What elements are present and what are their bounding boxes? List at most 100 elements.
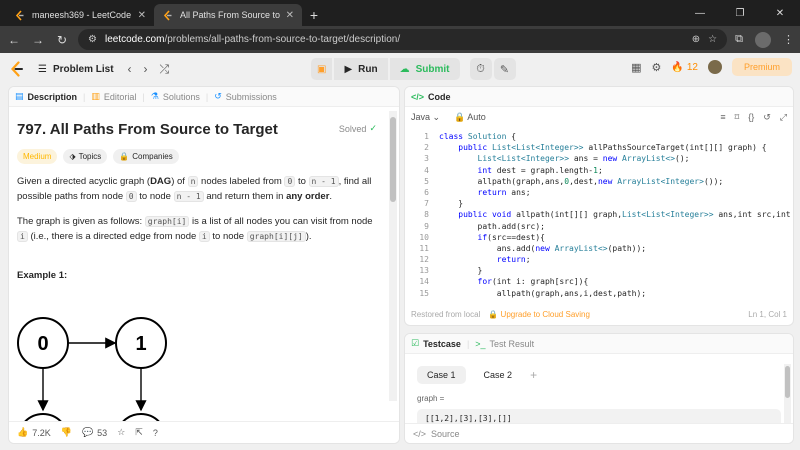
- tab-submissions[interactable]: ↺ Submissions: [214, 91, 277, 102]
- scrollbar-thumb[interactable]: [785, 366, 790, 398]
- settings-gear-icon[interactable]: ⚙: [652, 61, 662, 74]
- menu-icon[interactable]: ⋮: [783, 33, 794, 46]
- help-icon[interactable]: ?: [153, 428, 158, 438]
- reset-icon[interactable]: ↺: [763, 112, 771, 123]
- code-token: List<List<Integer>>: [477, 154, 574, 164]
- code-line[interactable]: 7 }: [405, 198, 793, 209]
- new-tab-button[interactable]: +: [302, 4, 326, 26]
- add-case-icon[interactable]: +: [530, 368, 537, 382]
- source-button[interactable]: Source: [431, 429, 460, 439]
- topics-tag[interactable]: ⬗ Topics: [63, 149, 108, 164]
- timer-icon[interactable]: ⏱: [469, 58, 492, 80]
- prev-problem-icon[interactable]: ‹: [128, 62, 132, 77]
- expand-icon[interactable]: ⤢: [780, 112, 787, 123]
- back-icon[interactable]: ←: [6, 33, 22, 47]
- code-header: </> Code: [405, 87, 793, 107]
- code-line[interactable]: 15 allpath(graph,ans,i,dest,path);: [405, 288, 793, 299]
- close-window-icon[interactable]: ✕: [760, 0, 800, 26]
- browser-tab-title: All Paths From Source to Target: [180, 10, 280, 20]
- restore-icon[interactable]: ❐: [720, 0, 760, 26]
- description-panel: ▤ Description | ▥ Editorial | ⚗ Solutions |…: [8, 86, 400, 444]
- minimize-icon[interactable]: —: [680, 0, 720, 26]
- notes-icon[interactable]: ✎: [493, 58, 516, 80]
- bookmark-icon[interactable]: ⌑: [735, 112, 740, 123]
- code-line[interactable]: 6 return ans;: [405, 187, 793, 198]
- thumbs-down-icon[interactable]: 👎: [61, 427, 72, 438]
- code-line[interactable]: 9 path.add(src);: [405, 221, 793, 232]
- code-line[interactable]: 11 ans.add(new ArrayList<> (path));: [405, 243, 793, 254]
- auto-mode-toggle[interactable]: 🔒 Auto: [454, 112, 486, 123]
- code-line[interactable]: 3 List<List<Integer>> ans = new ArrayLis…: [405, 153, 793, 164]
- code-line[interactable]: 4 int dest = graph.length- 1;: [405, 165, 793, 176]
- line-number: 5: [424, 176, 429, 186]
- code-editor[interactable]: 1 class Solution {2 public List<List<Inte…: [405, 131, 793, 303]
- streak-counter[interactable]: 🔥 12: [671, 62, 698, 73]
- profile-avatar[interactable]: [755, 31, 771, 48]
- format-icon[interactable]: ≡: [720, 112, 725, 123]
- tab-test-result[interactable]: >_ Test Result: [475, 339, 534, 349]
- browser-tab-problem[interactable]: All Paths From Source to Target ✕: [154, 4, 302, 26]
- language-select[interactable]: Java ⌄: [411, 112, 440, 123]
- code-line[interactable]: 12 return;: [405, 254, 793, 265]
- comments-button[interactable]: 💬 53: [82, 427, 107, 438]
- code-footer: Restored from local 🔒 Upgrade to Cloud S…: [405, 303, 793, 325]
- book-icon: ▥: [91, 91, 100, 101]
- submit-button[interactable]: ☁ Submit: [389, 58, 460, 80]
- close-tab-icon[interactable]: ✕: [138, 10, 146, 21]
- leetcode-logo-icon[interactable]: [10, 61, 24, 77]
- like-button[interactable]: 👍 7.2K: [17, 427, 51, 438]
- tab-solutions[interactable]: ⚗ Solutions: [151, 91, 200, 102]
- tab-testcase[interactable]: ☑ Testcase: [411, 338, 461, 349]
- tab-editorial[interactable]: ▥ Editorial: [91, 91, 136, 102]
- next-problem-icon[interactable]: ›: [144, 62, 148, 77]
- companies-tag[interactable]: 🔒 Companies: [113, 149, 179, 164]
- star-icon[interactable]: ☆: [117, 427, 125, 438]
- browser-tab-profile[interactable]: maneesh369 - LeetCode Profile ✕: [6, 4, 154, 26]
- line-number: 9: [424, 221, 429, 231]
- zoom-icon[interactable]: ⊕: [692, 34, 700, 45]
- upgrade-cloud-link[interactable]: 🔒 Upgrade to Cloud Saving: [488, 310, 590, 319]
- code-token: }: [477, 266, 483, 276]
- code-toolbar: Java ⌄ 🔒 Auto ≡ ⌑ {} ↺ ⤢: [405, 107, 793, 127]
- line-number: 3: [424, 154, 429, 164]
- reload-icon[interactable]: ↻: [54, 33, 70, 47]
- description-footer: 👍 7.2K 👎 💬 53 ☆ ⇱ ?: [9, 421, 399, 443]
- premium-button[interactable]: Premium: [731, 58, 792, 76]
- braces-icon[interactable]: {}: [748, 112, 754, 123]
- address-bar[interactable]: ⚙ leetcode.com/problems/all-paths-from-s…: [78, 29, 728, 50]
- code-line[interactable]: 14 for (int i: graph[src]){: [405, 276, 793, 287]
- layout-icon[interactable]: ▦: [631, 61, 641, 74]
- code-line[interactable]: 5 allpath(graph,ans, 0 ,dest, new ArrayList…: [405, 176, 793, 187]
- case-2-tab[interactable]: Case 2: [474, 366, 523, 384]
- code-line[interactable]: 13 }: [405, 265, 793, 276]
- user-avatar[interactable]: [707, 60, 722, 74]
- forward-icon[interactable]: →: [30, 33, 46, 47]
- debug-button[interactable]: ▣: [311, 58, 333, 80]
- code-line[interactable]: 1 class Solution {: [405, 131, 793, 142]
- code-panel: </> Code Java ⌄ 🔒 Auto ≡ ⌑ {} ↺ ⤢ 1 class…: [404, 86, 794, 326]
- problem-list-button[interactable]: ☰ Problem List: [38, 64, 114, 75]
- bookmark-star-icon[interactable]: ☆: [708, 34, 717, 45]
- tab-description[interactable]: ▤ Description: [15, 91, 77, 102]
- description-scrollbar[interactable]: [389, 111, 397, 401]
- extensions-icon[interactable]: ⧉: [735, 33, 743, 46]
- line-number: 12: [419, 255, 429, 265]
- run-button[interactable]: ▶ Run: [334, 58, 388, 80]
- page-title[interactable]: 797. All Paths From Source to Target: [17, 121, 391, 138]
- case-1-tab[interactable]: Case 1: [417, 366, 466, 384]
- testcase-scrollbar[interactable]: [784, 364, 791, 426]
- scrollbar-thumb[interactable]: [390, 117, 396, 202]
- close-tab-icon[interactable]: ✕: [286, 10, 294, 21]
- code-token: ;: [597, 165, 603, 175]
- code-line[interactable]: 8 public void allpath(int[][] graph, List…: [405, 209, 793, 220]
- code-line[interactable]: 10 if (src==dest){: [405, 232, 793, 243]
- site-info-icon[interactable]: ⚙: [88, 34, 97, 45]
- terminal-icon: >_: [475, 338, 486, 349]
- code-line[interactable]: 2 public List<List<Integer>> allPathsSou…: [405, 142, 793, 153]
- code-token: List<List<Integer>>: [491, 143, 589, 153]
- share-icon[interactable]: ⇱: [135, 427, 143, 438]
- line-number: 4: [424, 165, 429, 175]
- shuffle-icon[interactable]: ⤮: [160, 62, 170, 77]
